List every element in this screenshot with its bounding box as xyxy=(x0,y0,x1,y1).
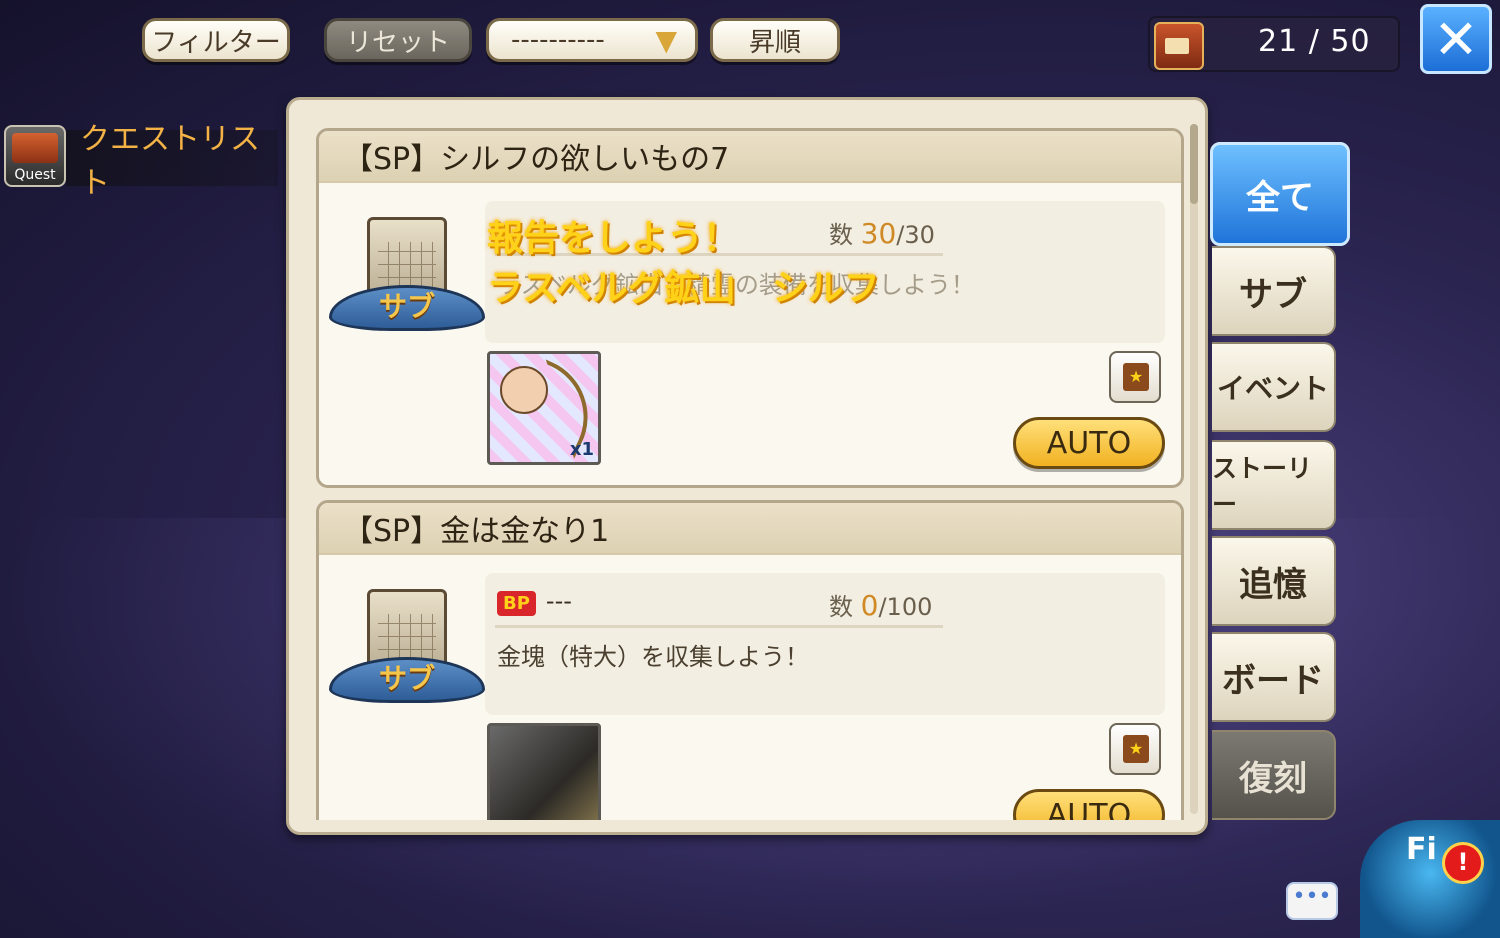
quest-counter: 21 / 50 xyxy=(1148,16,1400,72)
count-current: 0 xyxy=(860,589,879,622)
emblem-label: サブ xyxy=(329,657,485,703)
emblem-label: サブ xyxy=(329,285,485,331)
quest-progress: 数 30/30 xyxy=(829,215,935,250)
tab-memory[interactable]: 追憶 xyxy=(1212,536,1336,626)
sub-quest-emblem: サブ xyxy=(329,589,485,719)
progress-line xyxy=(495,625,943,628)
alert-icon: ! xyxy=(1442,842,1484,884)
sort-dropdown[interactable]: ---------- ▼ xyxy=(486,18,698,62)
tab-all[interactable]: 全て xyxy=(1210,142,1350,246)
close-icon: ✕ xyxy=(1433,7,1479,71)
tab-reprint[interactable]: 復刻 xyxy=(1212,730,1336,820)
quest-progress: 数 0/100 xyxy=(829,587,932,622)
scroll-thumb[interactable] xyxy=(1190,124,1198,204)
count-label: 数 xyxy=(829,593,853,621)
count-current: 30 xyxy=(860,217,897,250)
tab-event[interactable]: イベント xyxy=(1212,342,1336,432)
tab-sub[interactable]: サブ xyxy=(1212,246,1336,336)
quest-badge-text: Quest xyxy=(14,167,56,183)
star-book-icon: ★ xyxy=(1123,735,1149,763)
chat-button[interactable]: ••• xyxy=(1286,882,1338,920)
count-total: /100 xyxy=(878,593,933,621)
quest-list[interactable]: 【SP】シルフの欲しいもの7 サブ 数 30/30 ラスベルグ鉱山で精霊の装備を… xyxy=(313,124,1189,820)
sub-quest-emblem: サブ xyxy=(329,217,485,347)
quest-info: BP --- 数 0/100 金塊（特大）を収集しよう！ xyxy=(485,573,1165,715)
quest-title: 【SP】金は金なり1 xyxy=(319,503,1181,555)
quest-book-button[interactable]: ★ xyxy=(1109,723,1161,775)
quest-title: 【SP】シルフの欲しいもの7 xyxy=(319,131,1181,183)
quest-book-button[interactable]: ★ xyxy=(1109,351,1161,403)
count-label: 数 xyxy=(829,221,853,249)
order-button[interactable]: 昇順 xyxy=(710,18,840,62)
tab-board[interactable]: ボード xyxy=(1212,632,1336,722)
auto-button[interactable]: AUTO xyxy=(1013,417,1165,469)
quest-roof xyxy=(12,133,58,163)
reward-quantity: x1 xyxy=(569,439,594,460)
quest-board-icon xyxy=(1154,22,1204,70)
field-label: Fi xyxy=(1406,832,1437,867)
quest-icon: Quest xyxy=(4,125,66,187)
location-overlay-text: ラスベルグ鉱山 シルフ xyxy=(487,268,880,309)
tab-story[interactable]: ストーリー xyxy=(1212,440,1336,530)
field-button[interactable]: Fi xyxy=(1360,820,1500,938)
scrollbar[interactable] xyxy=(1190,124,1198,814)
reward-item-icon[interactable]: x1 xyxy=(487,351,608,465)
auto-button[interactable]: AUTO xyxy=(1013,789,1165,820)
filter-button[interactable]: フィルター xyxy=(142,18,290,62)
info-title-text: --- xyxy=(545,587,572,615)
chevron-down-icon: ▼ xyxy=(655,23,677,57)
quest-card[interactable]: 【SP】金は金なり1 サブ BP --- 数 0/100 金塊（特大）を収集しよう… xyxy=(316,500,1184,820)
reset-button[interactable]: リセット xyxy=(324,18,472,62)
quest-count-text: 21 / 50 xyxy=(1258,24,1371,59)
bp-badge: BP xyxy=(497,591,536,616)
quest-description: 金塊（特大）を収集しよう！ xyxy=(497,643,809,671)
quest-list-title: クエストリスト xyxy=(66,122,278,201)
star-book-icon: ★ xyxy=(1123,363,1149,391)
chat-icon: ••• xyxy=(1292,884,1332,909)
count-total: /30 xyxy=(896,221,935,249)
quest-panel: 【SP】シルフの欲しいもの7 サブ 数 30/30 ラスベルグ鉱山で精霊の装備を… xyxy=(286,97,1208,835)
sort-dropdown-value: ---------- xyxy=(511,25,605,55)
reward-monster-icon[interactable] xyxy=(487,723,601,820)
report-overlay-text: 報告をしよう！ xyxy=(487,218,740,259)
close-button[interactable]: ✕ xyxy=(1420,4,1492,74)
quest-info-title: BP --- xyxy=(497,587,572,616)
quest-card[interactable]: 【SP】シルフの欲しいもの7 サブ 数 30/30 ラスベルグ鉱山で精霊の装備を… xyxy=(316,128,1184,488)
